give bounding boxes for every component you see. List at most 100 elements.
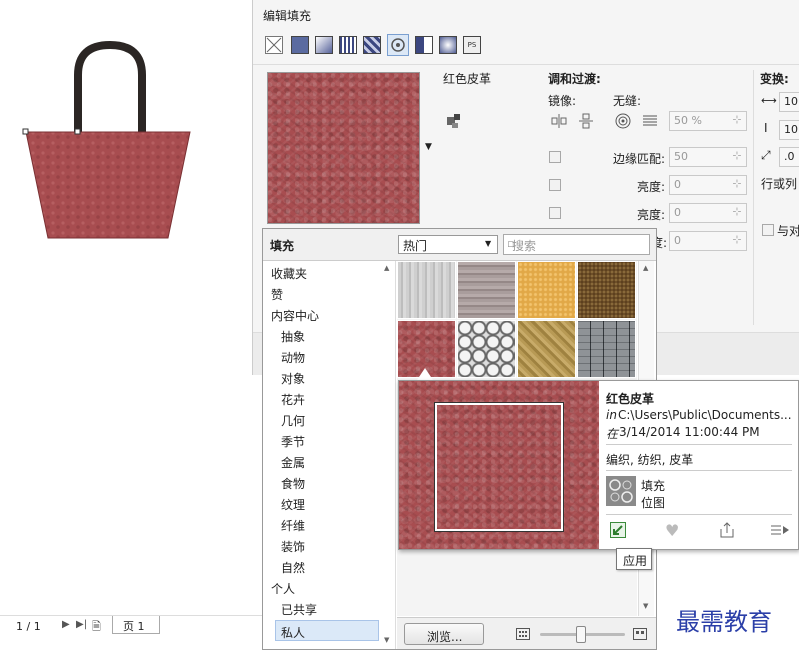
thumbnail[interactable] bbox=[457, 320, 516, 378]
search-placeholder: 搜索 bbox=[512, 239, 537, 253]
spin-icon[interactable]: ⊹ bbox=[730, 205, 744, 218]
mirror-vertical-icon[interactable] bbox=[578, 113, 594, 129]
vector-pattern-icon[interactable] bbox=[339, 36, 357, 54]
seamless-radial-icon[interactable] bbox=[615, 113, 631, 129]
transform-angle-value: .0 bbox=[784, 150, 795, 163]
preview-dropdown-icon[interactable]: ▼ bbox=[425, 142, 432, 152]
thumbnail[interactable] bbox=[457, 261, 516, 319]
preview-type2: 位图 bbox=[641, 496, 666, 510]
thumbnail[interactable] bbox=[517, 261, 576, 319]
category-item[interactable]: 食物 bbox=[281, 475, 305, 492]
category-item[interactable]: 几何 bbox=[281, 412, 305, 429]
thumbnail[interactable] bbox=[577, 320, 636, 378]
ps-fill-icon[interactable]: PS bbox=[463, 36, 481, 54]
zoom-slider[interactable] bbox=[540, 626, 625, 643]
with-object-checkbox[interactable] bbox=[762, 224, 774, 236]
spin-icon[interactable]: ⊹ bbox=[730, 149, 744, 162]
seamless-linear-icon[interactable] bbox=[642, 113, 658, 129]
category-item[interactable]: 花卉 bbox=[281, 391, 305, 408]
category-item[interactable]: 金属 bbox=[281, 454, 305, 471]
zoom-slider-handle[interactable] bbox=[576, 626, 586, 643]
bag-drawing[interactable] bbox=[20, 40, 200, 245]
large-thumbs-icon[interactable] bbox=[633, 628, 647, 640]
search-input[interactable]: ▫ 搜索 bbox=[503, 234, 650, 255]
preview-name: 红色皮革 bbox=[606, 392, 655, 406]
share-icon[interactable] bbox=[720, 522, 734, 538]
preview-pointer bbox=[417, 368, 433, 380]
color-picker-icon[interactable] bbox=[446, 113, 462, 129]
fountain-fill-icon[interactable] bbox=[315, 36, 333, 54]
spin-icon[interactable]: ⊹ bbox=[730, 113, 744, 126]
transform-height-field[interactable]: 10 bbox=[779, 120, 799, 140]
mirror-horizontal-icon[interactable] bbox=[551, 113, 567, 129]
partial-value: 0 bbox=[674, 234, 681, 247]
bitmap-pattern-icon[interactable] bbox=[363, 36, 381, 54]
last-page-icon[interactable]: ▶| bbox=[76, 619, 87, 630]
category-item[interactable]: 装饰 bbox=[281, 538, 305, 555]
texture-fill-icon[interactable] bbox=[387, 34, 409, 56]
partial-field[interactable]: 0 ⊹ bbox=[669, 231, 747, 251]
transform-width-field[interactable]: 10 bbox=[779, 92, 799, 112]
no-fill-icon[interactable] bbox=[265, 36, 283, 54]
small-thumbs-icon[interactable] bbox=[516, 628, 530, 640]
favorite-icon[interactable]: ♥ bbox=[665, 521, 679, 540]
transform-angle-field[interactable]: .0 bbox=[779, 147, 799, 167]
category-item[interactable]: 对象 bbox=[281, 370, 305, 387]
more-icon[interactable] bbox=[771, 524, 791, 536]
page-tab[interactable]: 页 1 bbox=[112, 616, 160, 634]
apply-icon[interactable] bbox=[610, 522, 626, 538]
status-bar: 1 / 1 ▶ ▶| 🗎 页 1 bbox=[0, 615, 262, 650]
thumbnail[interactable] bbox=[517, 320, 576, 378]
category-item[interactable]: 收藏夹 bbox=[271, 265, 307, 282]
brightness-checkbox[interactable] bbox=[549, 179, 561, 191]
height-icon: I bbox=[764, 121, 768, 135]
bag-body bbox=[25, 131, 191, 239]
category-scroll-down-icon[interactable]: ▼ bbox=[384, 636, 389, 644]
category-item[interactable]: 个人 bbox=[271, 580, 295, 597]
edge-match-field[interactable]: 50 ⊹ bbox=[669, 147, 747, 167]
browse-button[interactable]: 浏览... bbox=[404, 623, 484, 645]
category-item[interactable]: 抽象 bbox=[281, 328, 305, 345]
dialog-title: 编辑填充 bbox=[263, 9, 312, 23]
category-item[interactable]: 已共享 bbox=[281, 601, 317, 618]
brightness2-field[interactable]: 0 ⊹ bbox=[669, 203, 747, 223]
scroll-down-icon[interactable]: ▼ bbox=[643, 602, 648, 610]
postscript-fill-icon[interactable] bbox=[439, 36, 457, 54]
seamless-percent-value: 50 % bbox=[674, 114, 702, 127]
row-col-label: 行或列 bbox=[761, 177, 798, 191]
brightness-field[interactable]: 0 ⊹ bbox=[669, 175, 747, 195]
category-dropdown[interactable]: 热门 ▼ bbox=[398, 235, 498, 254]
next-page-icon[interactable]: ▶ bbox=[62, 619, 70, 630]
page-count: 1 / 1 bbox=[16, 620, 41, 633]
thumbnail[interactable] bbox=[397, 261, 456, 319]
category-item[interactable]: 纹理 bbox=[281, 496, 305, 513]
category-item-selected[interactable]: 私人 bbox=[275, 620, 379, 641]
spin-icon[interactable]: ⊹ bbox=[730, 233, 744, 246]
scroll-up-icon[interactable]: ▲ bbox=[643, 264, 648, 272]
two-color-pattern-icon[interactable] bbox=[415, 36, 433, 54]
skew-icon: ⤢ bbox=[761, 148, 771, 162]
edge-match-checkbox[interactable] bbox=[549, 151, 561, 163]
preview-date-prefix: 在 bbox=[606, 427, 619, 441]
preview-divider bbox=[606, 444, 792, 445]
with-object-label: 与对 bbox=[777, 224, 799, 238]
section-divider bbox=[753, 70, 754, 325]
category-scroll-up-icon[interactable]: ▲ bbox=[384, 264, 389, 272]
category-item[interactable]: 季节 bbox=[281, 433, 305, 450]
category-item[interactable]: 动物 bbox=[281, 349, 305, 366]
add-page-icon[interactable]: 🗎 bbox=[92, 618, 101, 637]
category-item[interactable]: 自然 bbox=[281, 559, 305, 576]
thumbnail[interactable] bbox=[577, 261, 636, 319]
category-item[interactable]: 纤维 bbox=[281, 517, 305, 534]
blend-header: 调和过渡: bbox=[548, 72, 601, 86]
transform-height-value: 10 bbox=[784, 123, 798, 136]
uniform-fill-icon[interactable] bbox=[291, 36, 309, 54]
edge-match-value: 50 bbox=[674, 150, 688, 163]
category-item[interactable]: 赞 bbox=[271, 286, 283, 303]
canvas-area[interactable] bbox=[0, 0, 252, 615]
category-item[interactable]: 内容中心 bbox=[271, 307, 319, 324]
brightness2-checkbox[interactable] bbox=[549, 207, 561, 219]
seamless-percent-field[interactable]: 50 % ⊹ bbox=[669, 111, 747, 131]
spin-icon[interactable]: ⊹ bbox=[730, 177, 744, 190]
category-dropdown-value: 热门 bbox=[403, 239, 428, 253]
